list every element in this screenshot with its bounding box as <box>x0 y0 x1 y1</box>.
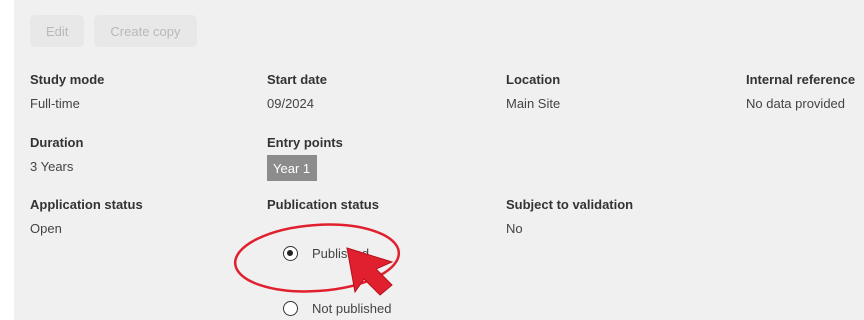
study-mode-field: Study mode Full-time <box>30 72 104 111</box>
publication-status-field: Publication status <box>267 197 379 212</box>
radio-not-published[interactable] <box>283 301 298 316</box>
entry-points-label: Entry points <box>267 135 343 150</box>
internal-reference-value: No data provided <box>746 96 846 111</box>
programme-details-panel: Edit Create copy Study mode Full-time St… <box>14 0 864 320</box>
application-status-label: Application status <box>30 197 143 212</box>
start-date-field: Start date 09/2024 <box>267 72 327 111</box>
toolbar: Edit Create copy <box>30 15 197 47</box>
study-mode-value: Full-time <box>30 96 80 111</box>
publication-status-label: Publication status <box>267 197 379 212</box>
radio-option-not-published[interactable]: Not published <box>283 301 392 316</box>
duration-value: 3 Years <box>30 159 74 174</box>
application-status-field: Application status Open <box>30 197 143 236</box>
internal-reference-field: Internal reference No data provided <box>746 72 855 111</box>
radio-option-published[interactable]: Published <box>283 246 369 261</box>
application-status-value: Open <box>30 221 62 236</box>
study-mode-label: Study mode <box>30 72 105 87</box>
radio-not-published-label[interactable]: Not published <box>312 301 392 316</box>
location-field: Location Main Site <box>506 72 560 111</box>
radio-published[interactable] <box>283 246 298 261</box>
subject-to-validation-value: No <box>506 221 523 236</box>
location-label: Location <box>506 72 561 87</box>
start-date-label: Start date <box>267 72 327 87</box>
start-date-value: 09/2024 <box>267 96 314 111</box>
radio-published-label[interactable]: Published <box>312 246 369 261</box>
entry-points-field: Entry points Year 1 <box>267 135 343 181</box>
duration-label: Duration <box>30 135 84 150</box>
edit-button[interactable]: Edit <box>30 15 85 47</box>
duration-field: Duration 3 Years <box>30 135 83 174</box>
subject-to-validation-field: Subject to validation No <box>506 197 633 236</box>
location-value: Main Site <box>506 96 561 111</box>
internal-reference-label: Internal reference <box>746 72 856 87</box>
subject-to-validation-label: Subject to validation <box>506 197 634 212</box>
entry-point-chip: Year 1 <box>267 155 318 181</box>
create-copy-button[interactable]: Create copy <box>94 15 197 47</box>
